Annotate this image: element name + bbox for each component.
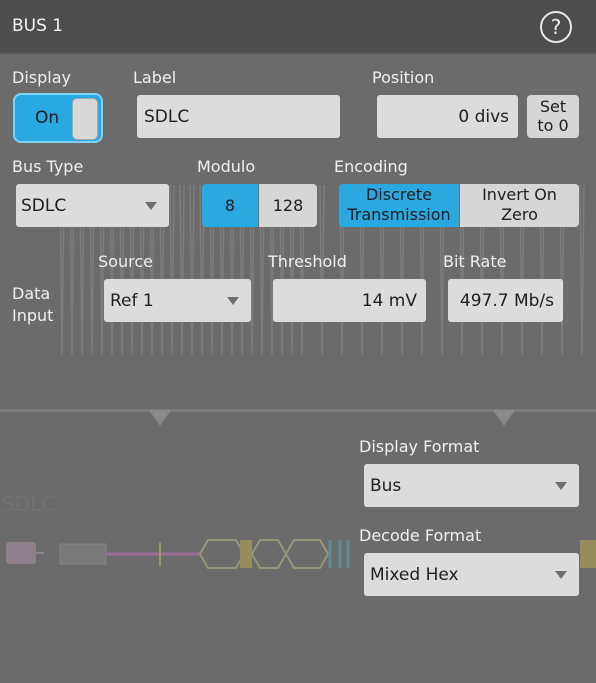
source-dropdown[interactable]: Ref 1 [104,279,251,322]
background-bus-name: SDLC [2,492,56,516]
chevron-down-icon [555,481,567,490]
title-bar: BUS 1 ? [0,0,596,54]
position-input[interactable]: 0 divs [377,95,518,138]
bus-type-dropdown[interactable]: SDLC [16,184,169,227]
label-input[interactable]: SDLC [137,95,340,138]
encoding-discrete-transmission[interactable]: Discrete Transmission [339,184,459,227]
display-format-label: Display Format [359,437,480,456]
label-input-value: SDLC [144,106,190,127]
display-format-dropdown[interactable]: Bus [364,464,579,507]
chevron-down-icon [145,201,157,210]
encoding-invert-on-zero[interactable]: Invert On Zero [460,184,579,227]
position-value: 0 divs [458,106,509,127]
encoding-label: Encoding [334,157,408,176]
modulo-option-8[interactable]: 8 [202,184,258,227]
data-input-label: Data Input [12,284,54,325]
decode-format-value: Mixed Hex [370,564,459,585]
bit-rate-input[interactable]: 497.7 Mb/s [448,279,563,322]
divider-marker-right [493,410,515,426]
threshold-input[interactable]: 14 mV [273,279,426,322]
toggle-knob [72,98,98,140]
chevron-down-icon [555,570,567,579]
bit-rate-label: Bit Rate [443,252,507,271]
divider-marker-left [149,410,171,426]
window-title: BUS 1 [12,16,64,36]
bus-type-value: SDLC [21,195,67,216]
decode-format-label: Decode Format [359,526,482,545]
bit-rate-value: 497.7 Mb/s [459,290,554,311]
threshold-value: 14 mV [361,290,417,311]
display-format-value: Bus [370,475,402,496]
modulo-label: Modulo [197,157,256,176]
modulo-option-128[interactable]: 128 [259,184,317,227]
label-field-label: Label [133,68,177,87]
decode-format-dropdown[interactable]: Mixed Hex [364,553,579,596]
chevron-down-icon [227,296,239,305]
bus-type-label: Bus Type [12,157,84,176]
display-label: Display [12,68,71,87]
help-icon[interactable]: ? [540,11,572,43]
display-toggle[interactable]: On [13,93,103,143]
position-label: Position [372,68,435,87]
display-toggle-text: On [35,108,60,128]
threshold-label: Threshold [268,252,347,271]
source-label: Source [98,252,153,271]
set-to-zero-button[interactable]: Set to 0 [527,95,579,138]
source-value: Ref 1 [110,290,154,311]
